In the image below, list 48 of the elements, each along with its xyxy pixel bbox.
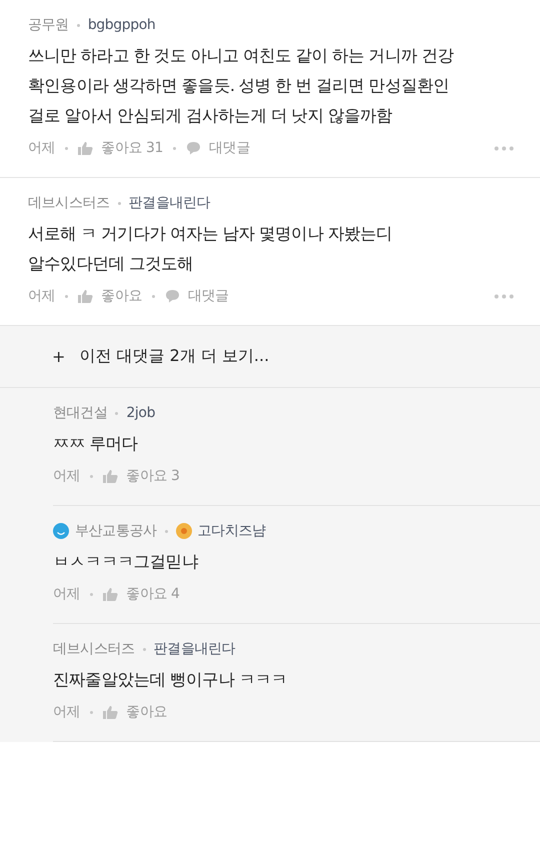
company-name: 공무원: [28, 16, 69, 34]
thumbs-up-icon: [103, 587, 118, 601]
reply-text: 진짜줄알았는데 뻥이구나 ㅋㅋㅋ: [53, 669, 288, 691]
comment-time: 어제: [28, 287, 56, 305]
more-options-icon[interactable]: [494, 146, 514, 151]
comment-text: 서로해 ㅋ 거기다가 여자는 남자 몇명이나 자봤는디 알수있다던데 그것도해: [28, 223, 394, 275]
comment-text: 쓰니만 하라고 한 것도 아니고 여친도 같이 하는 거니까 건강 확인용이라 생각하면 좋을듯. 성병 한 번 걸리면 만성질환인 걸로 알아서 안심되게 검사하는게 더 낫지 않을까함: [28, 45, 455, 127]
reply-time: 어제: [53, 703, 80, 721]
like-link[interactable]: 좋아요 4: [126, 585, 180, 603]
company-name: 현대건설: [53, 404, 108, 422]
company-name: 데브시스터즈: [28, 194, 110, 212]
separator-dot: [76, 24, 80, 26]
nickname[interactable]: bgbgppoh: [88, 17, 156, 33]
thumbs-up-icon: [103, 705, 118, 719]
separator-dot: [90, 710, 94, 714]
reply-text: ㅂㅅㅋㅋㅋ그걸믿냐: [53, 551, 200, 573]
reply-time: 어제: [53, 585, 80, 603]
thumbs-up-icon: [78, 141, 94, 155]
nickname[interactable]: 판결을내린다: [154, 640, 236, 658]
separator-dot: [65, 294, 68, 298]
separator-dot: [90, 592, 94, 596]
separator-dot: [65, 146, 68, 150]
company-name: 부산교통공사: [75, 522, 157, 540]
reply-link[interactable]: 대댓글: [209, 139, 250, 157]
thumbs-up-icon: [103, 469, 118, 483]
reply-time: 어제: [53, 467, 80, 485]
like-link[interactable]: 좋아요: [101, 287, 142, 305]
nickname[interactable]: 고다치즈냠: [198, 522, 266, 540]
separator-dot: [90, 474, 94, 478]
separator-dot: [173, 146, 176, 150]
thumbs-up-icon: [78, 289, 94, 303]
separator-dot: [115, 412, 118, 414]
separator-dot: [142, 648, 146, 650]
comment-time: 어제: [28, 139, 56, 157]
company-name: 데브시스터즈: [53, 640, 135, 658]
nickname[interactable]: 판결을내린다: [128, 194, 210, 212]
like-link[interactable]: 좋아요 31: [101, 139, 164, 157]
reply-link[interactable]: 대댓글: [188, 287, 229, 305]
more-options-icon[interactable]: [494, 294, 514, 299]
separator-dot: [152, 294, 156, 298]
like-link[interactable]: 좋아요: [126, 703, 168, 721]
separator-dot: [164, 530, 168, 532]
like-link[interactable]: 좋아요 3: [126, 467, 180, 485]
reply-text: ㅉㅉ 루머다: [53, 433, 139, 455]
speech-bubble-icon: [165, 289, 180, 303]
nickname[interactable]: 2job: [126, 405, 156, 421]
speech-bubble-icon: [186, 141, 202, 155]
separator-dot: [118, 202, 121, 204]
